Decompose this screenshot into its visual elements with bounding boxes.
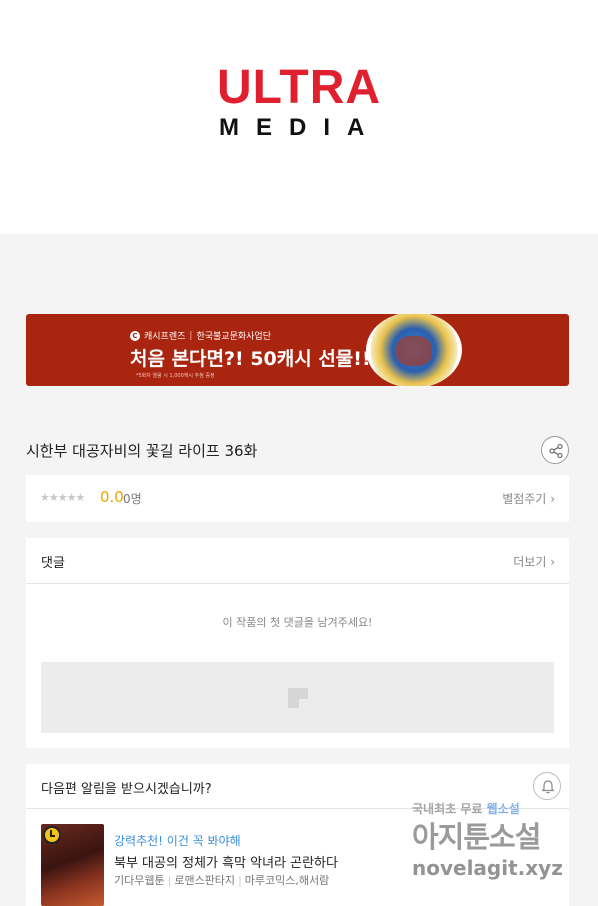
ultra-media-logo[interactable]: ULTRA MEDIA [217, 61, 383, 142]
watermark-line2: 아지툰소설 [412, 820, 541, 854]
page-header: ULTRA MEDIA [0, 0, 598, 234]
site-watermark: 국내최초 무료 웹소설 아지툰소설 novelagit.xyz [412, 800, 582, 890]
rate-button[interactable]: 별점주기 › [502, 490, 555, 507]
chevron-right-icon: › [550, 555, 555, 569]
rating-card: ★★★★★ 0.0 0명 별점주기 › [26, 475, 569, 522]
banner-brand: 캐시프렌즈 [144, 332, 186, 342]
rate-button-label: 별점주기 [502, 492, 547, 506]
comments-empty-message: 이 작품의 첫 댓글을 남겨주세요! [222, 616, 373, 629]
share-icon [549, 443, 563, 459]
cashfriends-logo-icon: C [130, 330, 140, 341]
share-button[interactable] [541, 436, 569, 464]
banner-headline: 처음 본다면?! 50캐시 선물!! [130, 348, 371, 370]
comments-card: 댓글 더보기 › 이 작품의 첫 댓글을 남겨주세요! [26, 538, 569, 748]
meta-author: 마루코믹스,해서람 [244, 874, 330, 887]
comments-header: 댓글 더보기 › [26, 538, 569, 584]
banner-top-line: C 캐시프렌즈 | 한국불교문화사업단 [130, 329, 271, 342]
episode-title: 시한부 대공자비의 꽃길 라이프 36화 [26, 442, 258, 460]
banner-fine-print: *5화차 열람 시 1,000캐시 추첨 증정 [136, 373, 215, 379]
rating-voter-count: 0명 [123, 492, 142, 506]
logo-top-text: ULTRA [217, 61, 382, 114]
star-rating-icon: ★★★★★ [40, 491, 85, 504]
recommendation-tag: 강력추천! 이건 꼭 봐야해 [114, 834, 241, 848]
episode-title-row: 시한부 대공자비의 꽃길 라이프 36화 [26, 434, 569, 466]
comment-input-area[interactable] [41, 662, 554, 733]
watermark-line3: novelagit.xyz [412, 856, 563, 880]
bell-icon [541, 780, 555, 794]
meta-genre: 로맨스판타지 [174, 874, 236, 887]
recommended-title-name: 북부 대공의 정체가 흑막 악녀라 곤란하다 [114, 856, 338, 871]
dragon-illustration [366, 314, 462, 386]
recommended-cover-image [41, 824, 104, 906]
notify-title: 다음편 알림을 받으시겠습니까? [41, 782, 212, 797]
chevron-right-icon: › [550, 492, 555, 506]
notify-bell-button[interactable] [533, 772, 561, 800]
banner-partner: 한국불교문화사업단 [196, 332, 271, 342]
promo-banner[interactable]: C 캐시프렌즈 | 한국불교문화사업단 처음 본다면?! 50캐시 선물!! *… [26, 314, 569, 386]
logo-bottom-text: MEDIA [219, 114, 382, 141]
comments-title: 댓글 [41, 556, 65, 571]
rating-score: 0.0 [100, 488, 124, 506]
recommended-title-meta: 기다무웹툰 | 로맨스판타지 | 마루코믹스,해서람 [114, 874, 330, 887]
comment-placeholder-icon [288, 688, 308, 708]
wait-free-clock-icon [43, 826, 61, 844]
more-label: 더보기 [513, 555, 547, 569]
meta-category: 기다무웹툰 [114, 874, 165, 887]
comments-more-button[interactable]: 더보기 › [513, 553, 555, 570]
